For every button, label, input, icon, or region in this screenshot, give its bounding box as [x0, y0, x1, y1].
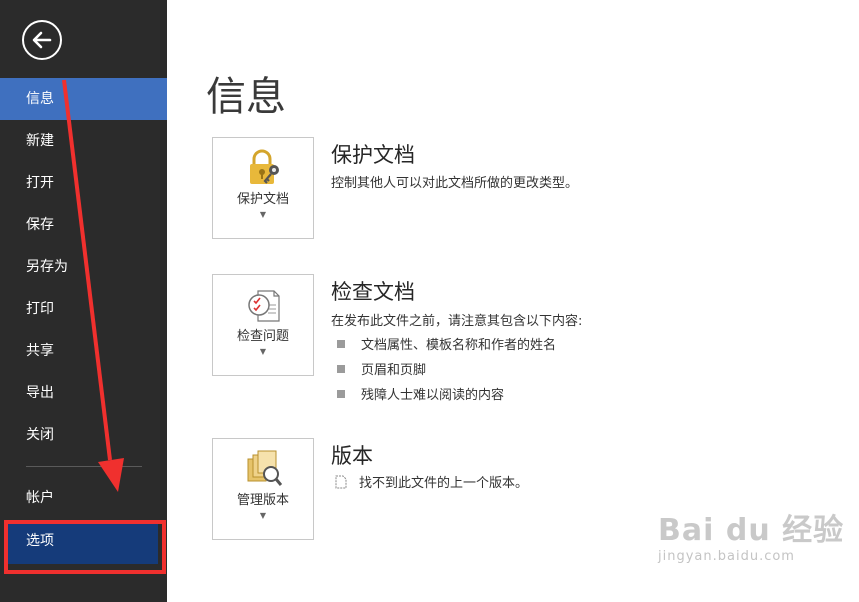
- baidu-watermark: Bai du 经验 jingyan.baidu.com: [658, 505, 844, 564]
- watermark-brand: Bai du 经验: [658, 513, 845, 548]
- watermark-url: jingyan.baidu.com: [658, 549, 795, 564]
